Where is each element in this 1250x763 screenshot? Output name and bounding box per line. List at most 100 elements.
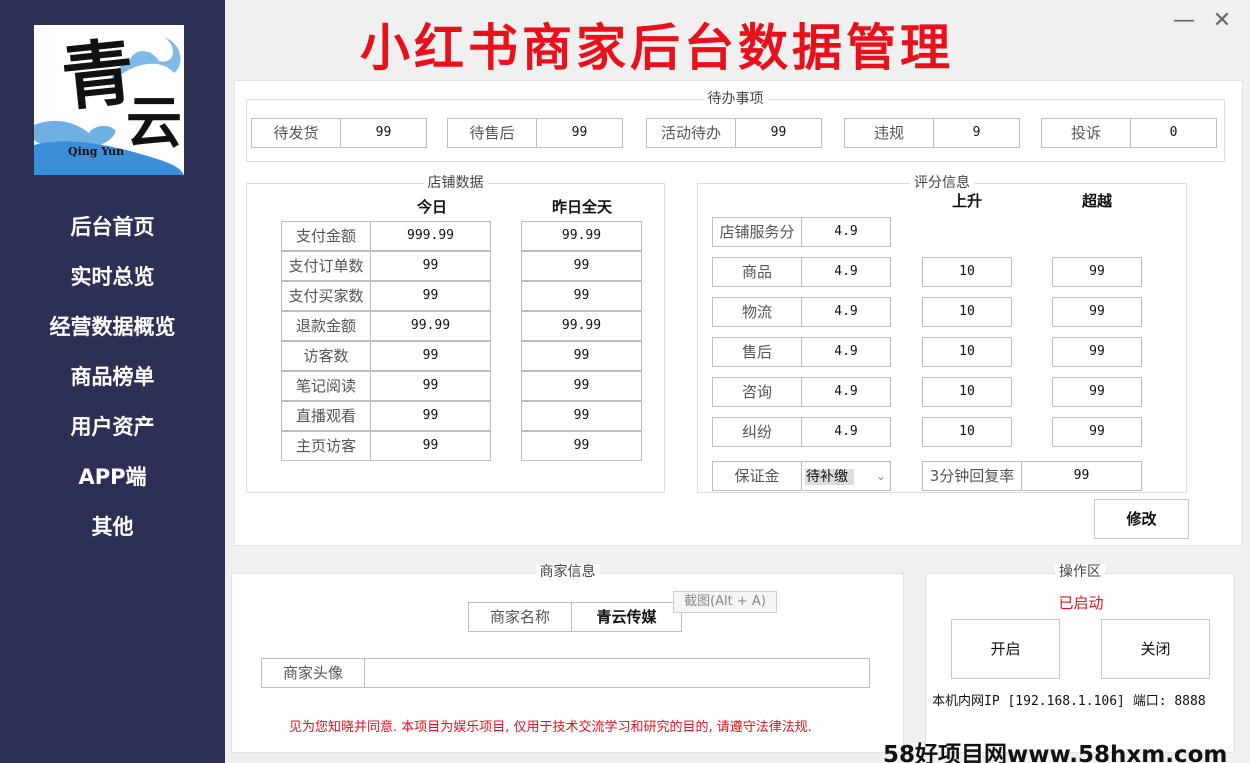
store-today-value[interactable]: 99.99 bbox=[370, 311, 491, 341]
todo-title: 待办事项 bbox=[703, 91, 768, 107]
merchant-title: 商家信息 bbox=[535, 564, 600, 580]
nav-item-business-overview[interactable]: 经营数据概览 bbox=[0, 311, 225, 341]
todo-value[interactable]: 0 bbox=[1130, 118, 1217, 148]
rating-title: 评分信息 bbox=[910, 175, 974, 191]
col-today-header: 今日 bbox=[416, 198, 447, 216]
store-today-value[interactable]: 999.99 bbox=[370, 221, 491, 251]
nav-item-realtime[interactable]: 实时总览 bbox=[0, 261, 225, 291]
rating-score-value[interactable]: 4.9 bbox=[801, 257, 891, 287]
rating-up-value[interactable]: 10 bbox=[922, 297, 1012, 327]
store-row-label: 退款金额 bbox=[281, 311, 371, 341]
rating-up-value[interactable]: 10 bbox=[922, 257, 1012, 287]
ops-title: 操作区 bbox=[1055, 564, 1105, 580]
todo-label: 投诉 bbox=[1041, 118, 1131, 148]
store-yesterday-value[interactable]: 99 bbox=[521, 251, 642, 281]
logo-char-2: 云 bbox=[126, 90, 182, 156]
service-score-value[interactable]: 4.9 bbox=[801, 217, 891, 247]
store-row-label: 支付订单数 bbox=[281, 251, 371, 281]
store-today-value[interactable]: 99 bbox=[370, 281, 491, 311]
store-today-value[interactable]: 99 bbox=[370, 431, 491, 461]
reply-rate-value[interactable]: 99 bbox=[1021, 461, 1142, 491]
merchant-panel: 商家信息 商家名称 青云传媒 截图(Alt + A) 商家头像 见为您知晓并同意… bbox=[231, 564, 904, 753]
network-info: 本机内网IP [192.168.1.106] 端口: 8888 bbox=[932, 694, 1206, 709]
col-up-header: 上升 bbox=[951, 192, 982, 210]
rating-row-label: 物流 bbox=[712, 297, 802, 327]
store-row-label: 笔记阅读 bbox=[281, 371, 371, 401]
todo-group: 待办事项 待发货 99 待售后 99 活动待办 99 违规 9 投诉 0 bbox=[246, 91, 1225, 162]
stop-button[interactable]: 关闭 bbox=[1101, 619, 1210, 679]
rating-score-value[interactable]: 4.9 bbox=[801, 297, 891, 327]
service-score-label: 店铺服务分 bbox=[712, 217, 802, 247]
todo-value[interactable]: 99 bbox=[735, 118, 822, 148]
start-button[interactable]: 开启 bbox=[951, 619, 1060, 679]
rating-beyond-value[interactable]: 99 bbox=[1052, 377, 1142, 407]
main-panel: 待办事项 待发货 99 待售后 99 活动待办 99 违规 9 投诉 0 店铺数… bbox=[234, 80, 1243, 546]
col-yesterday-header: 昨日全天 bbox=[551, 198, 612, 216]
deposit-select-value: 待补缴 bbox=[805, 469, 854, 485]
store-today-value[interactable]: 99 bbox=[370, 251, 491, 281]
nav-item-user-assets[interactable]: 用户资产 bbox=[0, 411, 225, 441]
rating-beyond-value[interactable]: 99 bbox=[1052, 337, 1142, 367]
logo: 青 云 Qing Yun bbox=[34, 25, 184, 175]
todo-value[interactable]: 9 bbox=[933, 118, 1020, 148]
rating-up-value[interactable]: 10 bbox=[922, 417, 1012, 447]
store-yesterday-value[interactable]: 99.99 bbox=[521, 311, 642, 341]
store-row-label: 支付金额 bbox=[281, 221, 371, 251]
merchant-avatar-label: 商家头像 bbox=[261, 658, 365, 688]
rating-beyond-value[interactable]: 99 bbox=[1052, 257, 1142, 287]
deposit-label: 保证金 bbox=[712, 461, 802, 491]
store-data-group: 店铺数据 今日 昨日全天 支付金额 999.99 99.99 支付订单数 99 … bbox=[246, 175, 665, 493]
rating-score-value[interactable]: 4.9 bbox=[801, 377, 891, 407]
store-today-value[interactable]: 99 bbox=[370, 401, 491, 431]
store-yesterday-value[interactable]: 99 bbox=[521, 341, 642, 371]
ops-status: 已启动 bbox=[1058, 594, 1104, 612]
screenshot-tooltip: 截图(Alt + A) bbox=[673, 591, 777, 613]
app-title: 小红书商家后台数据管理 bbox=[360, 19, 954, 77]
rating-beyond-value[interactable]: 99 bbox=[1052, 417, 1142, 447]
rating-score-value[interactable]: 4.9 bbox=[801, 337, 891, 367]
nav-item-home[interactable]: 后台首页 bbox=[0, 211, 225, 241]
store-title: 店铺数据 bbox=[423, 175, 488, 191]
store-row-label: 访客数 bbox=[281, 341, 371, 371]
rating-score-value[interactable]: 4.9 bbox=[801, 417, 891, 447]
todo-label: 违规 bbox=[844, 118, 934, 148]
col-beyond-header: 超越 bbox=[1081, 192, 1112, 210]
watermark: 58好项目网www.58hxm.com bbox=[883, 742, 1228, 763]
deposit-select[interactable]: 待补缴 ⌄ bbox=[801, 461, 891, 491]
reply-rate-label: 3分钟回复率 bbox=[922, 461, 1022, 491]
chevron-down-icon: ⌄ bbox=[875, 469, 886, 483]
merchant-name-value[interactable]: 青云传媒 bbox=[571, 602, 682, 632]
store-row-label: 支付买家数 bbox=[281, 281, 371, 311]
nav-item-other[interactable]: 其他 bbox=[0, 511, 225, 541]
disclaimer-text: 见为您知晓并同意. 本项目为娱乐项目, 仅用于技术交流学习和研究的目的, 请遵守… bbox=[289, 720, 812, 735]
minimize-icon[interactable]: — bbox=[1171, 8, 1197, 34]
rating-beyond-value[interactable]: 99 bbox=[1052, 297, 1142, 327]
nav-item-app[interactable]: APP端 bbox=[0, 461, 225, 491]
nav-item-product-ranking[interactable]: 商品榜单 bbox=[0, 361, 225, 391]
ops-panel: 操作区 已启动 开启 关闭 本机内网IP [192.168.1.106] 端口:… bbox=[925, 564, 1235, 753]
store-yesterday-value[interactable]: 99.99 bbox=[521, 221, 642, 251]
todo-label: 待发货 bbox=[251, 118, 341, 148]
todo-label: 活动待办 bbox=[646, 118, 736, 148]
store-yesterday-value[interactable]: 99 bbox=[521, 371, 642, 401]
sidebar: 青 云 Qing Yun 后台首页 实时总览 经营数据概览 商品榜单 用户资产 … bbox=[0, 0, 225, 763]
modify-button[interactable]: 修改 bbox=[1094, 499, 1189, 539]
store-row-label: 主页访客 bbox=[281, 431, 371, 461]
logo-english: Qing Yun bbox=[68, 145, 125, 158]
todo-value[interactable]: 99 bbox=[536, 118, 623, 148]
store-today-value[interactable]: 99 bbox=[370, 371, 491, 401]
rating-row-label: 纠纷 bbox=[712, 417, 802, 447]
merchant-name-label: 商家名称 bbox=[468, 602, 572, 632]
close-icon[interactable]: ✕ bbox=[1209, 8, 1235, 34]
todo-value[interactable]: 99 bbox=[340, 118, 427, 148]
rating-row-label: 售后 bbox=[712, 337, 802, 367]
store-row-label: 直播观看 bbox=[281, 401, 371, 431]
store-yesterday-value[interactable]: 99 bbox=[521, 281, 642, 311]
store-yesterday-value[interactable]: 99 bbox=[521, 401, 642, 431]
rating-up-value[interactable]: 10 bbox=[922, 377, 1012, 407]
merchant-avatar-field[interactable] bbox=[364, 658, 870, 688]
rating-up-value[interactable]: 10 bbox=[922, 337, 1012, 367]
store-yesterday-value[interactable]: 99 bbox=[521, 431, 642, 461]
todo-label: 待售后 bbox=[447, 118, 537, 148]
store-today-value[interactable]: 99 bbox=[370, 341, 491, 371]
